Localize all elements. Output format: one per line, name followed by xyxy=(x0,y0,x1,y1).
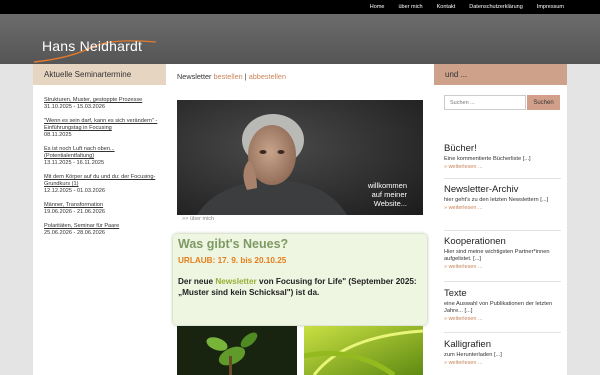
read-more-link[interactable]: » weiterlesen ... xyxy=(444,264,564,270)
seminar-item: Polaritäten, Seminar für Paare 25.06.202… xyxy=(44,223,166,237)
nav-home[interactable]: Home xyxy=(370,4,385,10)
seminar-list: Strukturen, Muster, gestoppte Prozesse 3… xyxy=(33,85,166,237)
widget-newsletter-archive: Newsletter-Archiv hier geht's zu den let… xyxy=(444,184,564,211)
news-body: Der neue Newsletter von Focusing for Lif… xyxy=(178,277,417,297)
widget-title[interactable]: Bücher! xyxy=(444,143,564,154)
newsletter-separator: | xyxy=(244,72,247,81)
seminar-date: 08.11.2025 xyxy=(44,132,72,138)
plant-image xyxy=(177,326,297,375)
divider xyxy=(444,230,561,231)
logo-text: Hans Neidhardt xyxy=(42,38,143,54)
left-sidebar: Aktuelle Seminartermine Strukturen, Must… xyxy=(33,64,166,375)
widget-title[interactable]: Kalligrafien xyxy=(444,339,564,350)
widget-text: Hier sind meine wichtigsten Partner*inne… xyxy=(444,249,550,263)
seminar-date: 19.06.2026 - 21.06.2026 xyxy=(44,209,105,215)
seminar-item: Mit dem Körper auf du und du: der Focusi… xyxy=(44,174,166,195)
seminar-item: "Wenn es sein darf, kann es sich verände… xyxy=(44,118,166,139)
search-form: Suchen xyxy=(444,95,560,110)
widget-title[interactable]: Texte xyxy=(444,288,564,299)
widget-texts: Texte eine Auswahl von Publikationen der… xyxy=(444,288,564,322)
widget-title[interactable]: Kooperationen xyxy=(444,236,564,247)
newsletter-label: Newsletter xyxy=(177,72,212,81)
widget-books: Bücher! Eine kommentierte Bücherliste [.… xyxy=(444,143,564,170)
seminar-link[interactable]: Polaritäten, Seminar für Paare xyxy=(44,223,166,230)
plant-photo xyxy=(177,326,297,375)
seminar-link[interactable]: Männer, Transformation xyxy=(44,202,166,209)
newsletter-subscribe-link[interactable]: bestellen xyxy=(214,72,243,81)
leaf-image xyxy=(304,326,423,375)
right-title: und ... xyxy=(434,64,567,85)
seminar-item: Strukturen, Muster, gestoppte Prozesse 3… xyxy=(44,97,166,111)
newsletter-bar: Newsletter bestellen | abbestellen xyxy=(168,64,432,89)
widget-text: Eine kommentierte Bücherliste [...] xyxy=(444,156,531,162)
newsletter-unsubscribe-link[interactable]: abbestellen xyxy=(249,72,286,81)
main-content: Aktuelle Seminartermine Strukturen, Must… xyxy=(33,64,567,375)
center-column: Newsletter bestellen | abbestellen willk… xyxy=(168,64,432,375)
widget-text: zum Herunterladen [...] xyxy=(444,352,502,358)
vacation-notice: URLAUB: 17. 9. bis 20.10.25 xyxy=(178,256,287,265)
news-box: Was gibt's Neues? URLAUB: 17. 9. bis 20.… xyxy=(173,234,427,325)
seminar-date: 25.06.2026 - 28.06.2026 xyxy=(44,230,105,236)
seminar-item: Männer, Transformation 19.06.2026 - 21.0… xyxy=(44,202,166,216)
divider xyxy=(444,332,561,333)
seminar-date: 13.11.2025 - 16.11.2025 xyxy=(44,160,105,166)
hero-caption: willkommen auf meiner Website... xyxy=(367,181,407,208)
logo[interactable]: Hans Neidhardt xyxy=(32,32,160,66)
nav-imprint[interactable]: Impressum xyxy=(537,4,564,10)
search-button[interactable]: Suchen xyxy=(527,95,560,110)
nav-about[interactable]: über mich xyxy=(398,4,422,10)
nav-privacy[interactable]: Datenschutzerklärung xyxy=(469,4,523,10)
widget-calligraphy: Kalligrafien zum Herunterladen [...] » w… xyxy=(444,339,564,366)
right-sidebar: und ... Suchen Bücher! Eine kommentierte… xyxy=(434,64,567,375)
widget-cooperations: Kooperationen Hier sind meine wichtigste… xyxy=(444,236,564,270)
seminar-link[interactable]: Mit dem Körper auf du und du: der Focusi… xyxy=(44,174,166,188)
about-me-link[interactable]: >> über mich xyxy=(182,216,214,222)
read-more-link[interactable]: » weiterlesen ... xyxy=(444,316,564,322)
news-heading: Was gibt's Neues? xyxy=(178,237,289,251)
search-input[interactable] xyxy=(444,95,526,110)
seminar-link[interactable]: Strukturen, Muster, gestoppte Prozesse xyxy=(44,97,166,104)
portrait-image: willkommen auf meiner Website... xyxy=(177,100,423,215)
leaf-photo xyxy=(304,326,423,375)
read-more-link[interactable]: » weiterlesen ... xyxy=(444,205,564,211)
widget-text: hier geht's zu den letzten Newslettern [… xyxy=(444,197,549,203)
site-header: Hans Neidhardt xyxy=(0,14,600,64)
seminar-date: 31.10.2025 - 15.03.2026 xyxy=(44,104,105,110)
seminars-title: Aktuelle Seminartermine xyxy=(33,64,166,85)
newsletter-link[interactable]: Newsletter xyxy=(215,277,256,286)
top-nav: Home über mich Kontakt Datenschutzerklär… xyxy=(370,0,564,14)
seminar-item: Es ist noch Luft nach oben... (Potential… xyxy=(44,146,166,167)
read-more-link[interactable]: » weiterlesen ... xyxy=(444,360,564,366)
seminar-link[interactable]: Es ist noch Luft nach oben... (Potential… xyxy=(44,146,166,160)
seminar-link[interactable]: "Wenn es sein darf, kann es sich verände… xyxy=(44,118,166,132)
widget-text: eine Auswahl von Publikationen der letzt… xyxy=(444,301,553,315)
read-more-link[interactable]: » weiterlesen ... xyxy=(444,164,564,170)
divider xyxy=(444,281,561,282)
widget-title[interactable]: Newsletter-Archiv xyxy=(444,184,564,195)
divider xyxy=(444,178,561,179)
top-bar: Home über mich Kontakt Datenschutzerklär… xyxy=(0,0,600,14)
nav-contact[interactable]: Kontakt xyxy=(437,4,456,10)
seminar-date: 12.12.2025 - 01.03.2026 xyxy=(44,188,105,194)
